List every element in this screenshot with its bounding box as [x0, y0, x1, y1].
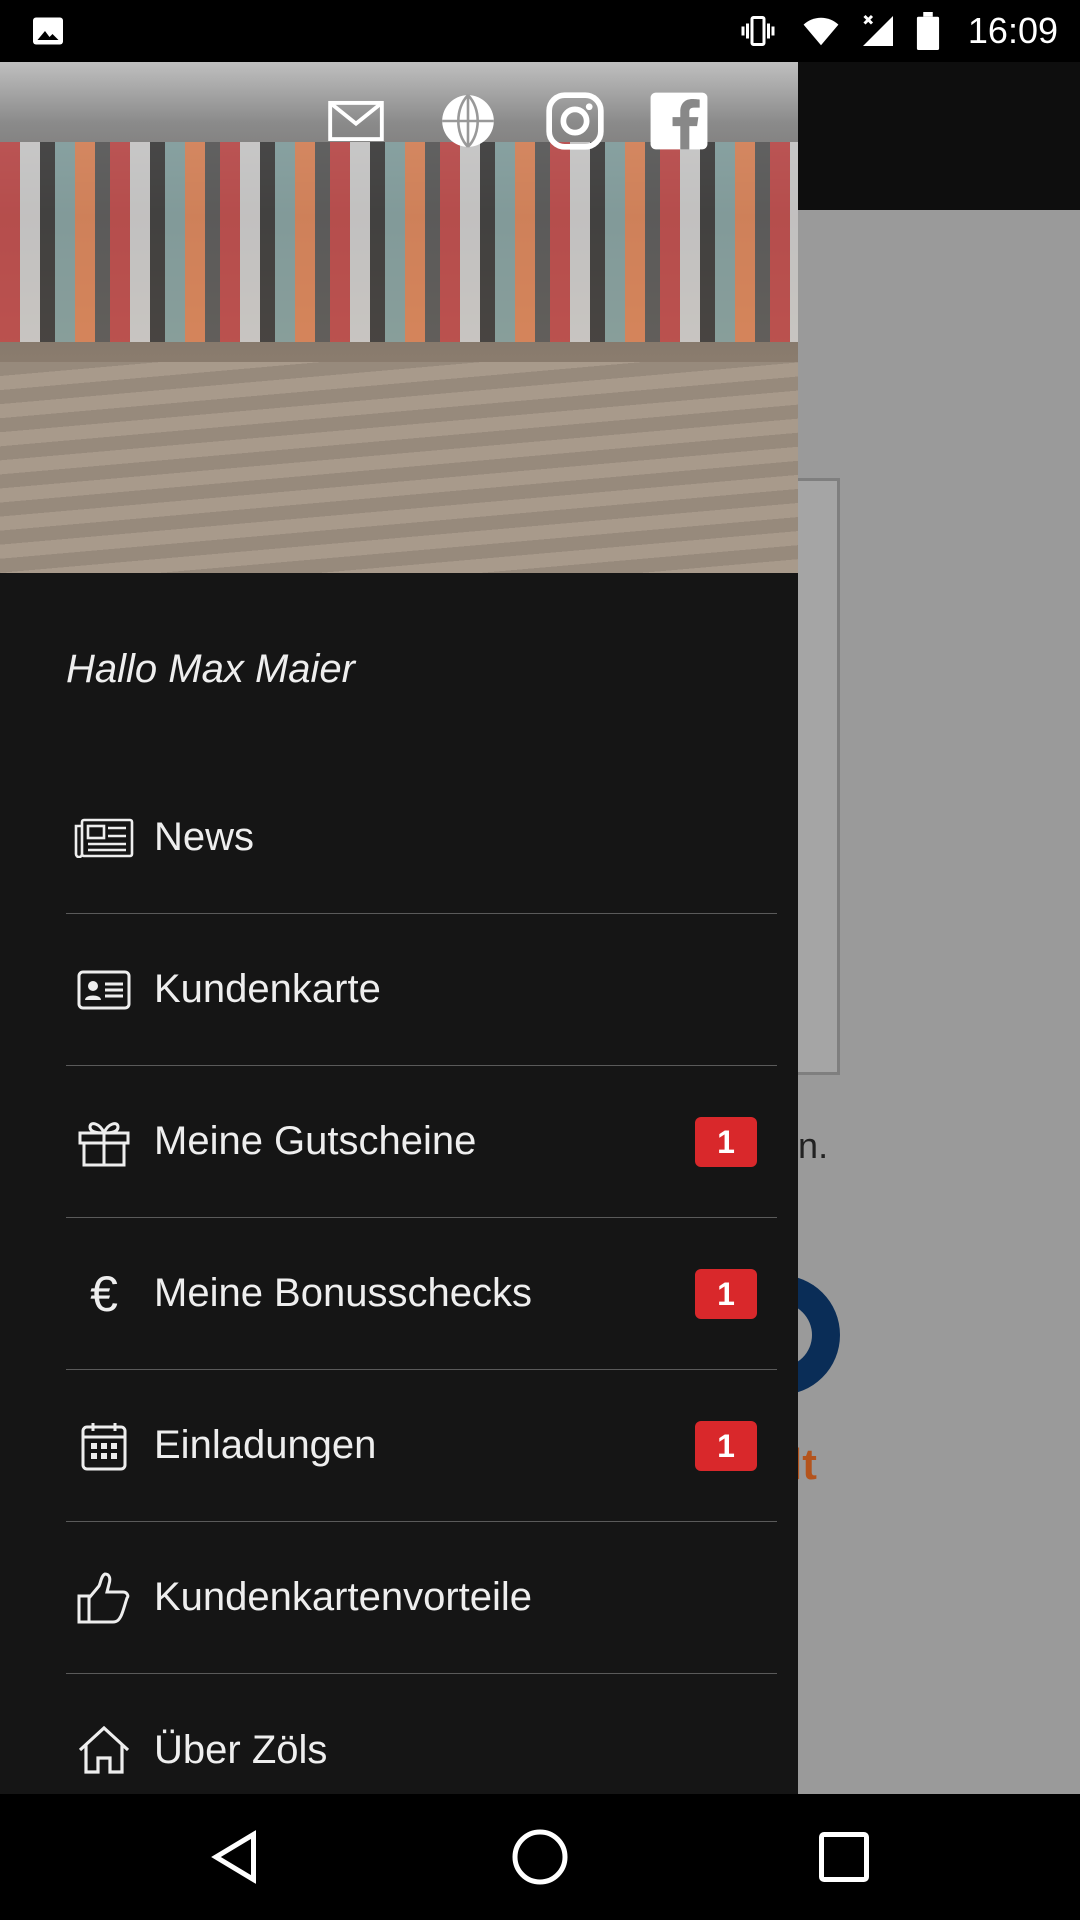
calendar-icon	[74, 1416, 134, 1476]
globe-icon[interactable]	[437, 90, 499, 152]
system-nav-bar	[0, 1794, 1080, 1920]
id-card-icon	[74, 960, 134, 1020]
menu-item-ueber-zoels[interactable]: Über Zöls	[66, 1674, 777, 1794]
recents-icon[interactable]	[814, 1827, 874, 1887]
status-bar: 16:09	[0, 0, 1080, 62]
notification-badge: 1	[695, 1420, 757, 1471]
menu-item-label: Kundenkartenvorteile	[154, 1575, 533, 1619]
image-icon	[33, 17, 63, 45]
menu-item-label: News	[154, 815, 255, 859]
instagram-icon[interactable]	[544, 90, 606, 152]
navigation-drawer: Hallo Max Maier News Kundenkarte Meine G…	[0, 62, 798, 1794]
thumbs-up-icon	[74, 1568, 134, 1628]
clock: 16:09	[967, 10, 1058, 51]
home-icon	[74, 1720, 134, 1780]
menu-item-bonusschecks[interactable]: € Meine Bonusschecks 1	[66, 1218, 777, 1370]
menu-item-label: Einladungen	[154, 1423, 377, 1467]
menu-item-news[interactable]: News	[66, 762, 777, 914]
back-icon[interactable]	[206, 1827, 266, 1887]
mail-icon[interactable]	[325, 90, 387, 152]
drawer-menu: News Kundenkarte Meine Gutscheine 1 € Me…	[66, 762, 777, 1794]
home-icon[interactable]	[510, 1827, 570, 1887]
vibrate-icon	[741, 16, 775, 46]
notification-badge: 1	[695, 1268, 757, 1319]
menu-item-label: Meine Bonusschecks	[154, 1271, 532, 1315]
menu-item-einladungen[interactable]: Einladungen 1	[66, 1370, 777, 1522]
euro-icon: €	[90, 1265, 118, 1322]
menu-item-gutscheine[interactable]: Meine Gutscheine 1	[66, 1066, 777, 1218]
wifi-icon	[803, 17, 839, 46]
gift-icon	[74, 1112, 134, 1172]
store-header-image	[0, 62, 798, 573]
greeting: Hallo Max Maier	[66, 647, 355, 691]
menu-item-label: Kundenkarte	[154, 967, 381, 1011]
notification-badge: 1	[695, 1116, 757, 1167]
signal-no-data-icon	[863, 14, 893, 46]
menu-item-kundenkarte[interactable]: Kundenkarte	[66, 914, 777, 1066]
newspaper-icon	[74, 808, 134, 868]
battery-icon	[916, 12, 940, 50]
facebook-icon[interactable]	[648, 90, 710, 152]
menu-item-label: Über Zöls	[154, 1727, 328, 1772]
menu-item-label: Meine Gutscheine	[154, 1119, 477, 1163]
menu-item-kundenkartenvorteile[interactable]: Kundenkartenvorteile	[66, 1522, 777, 1674]
